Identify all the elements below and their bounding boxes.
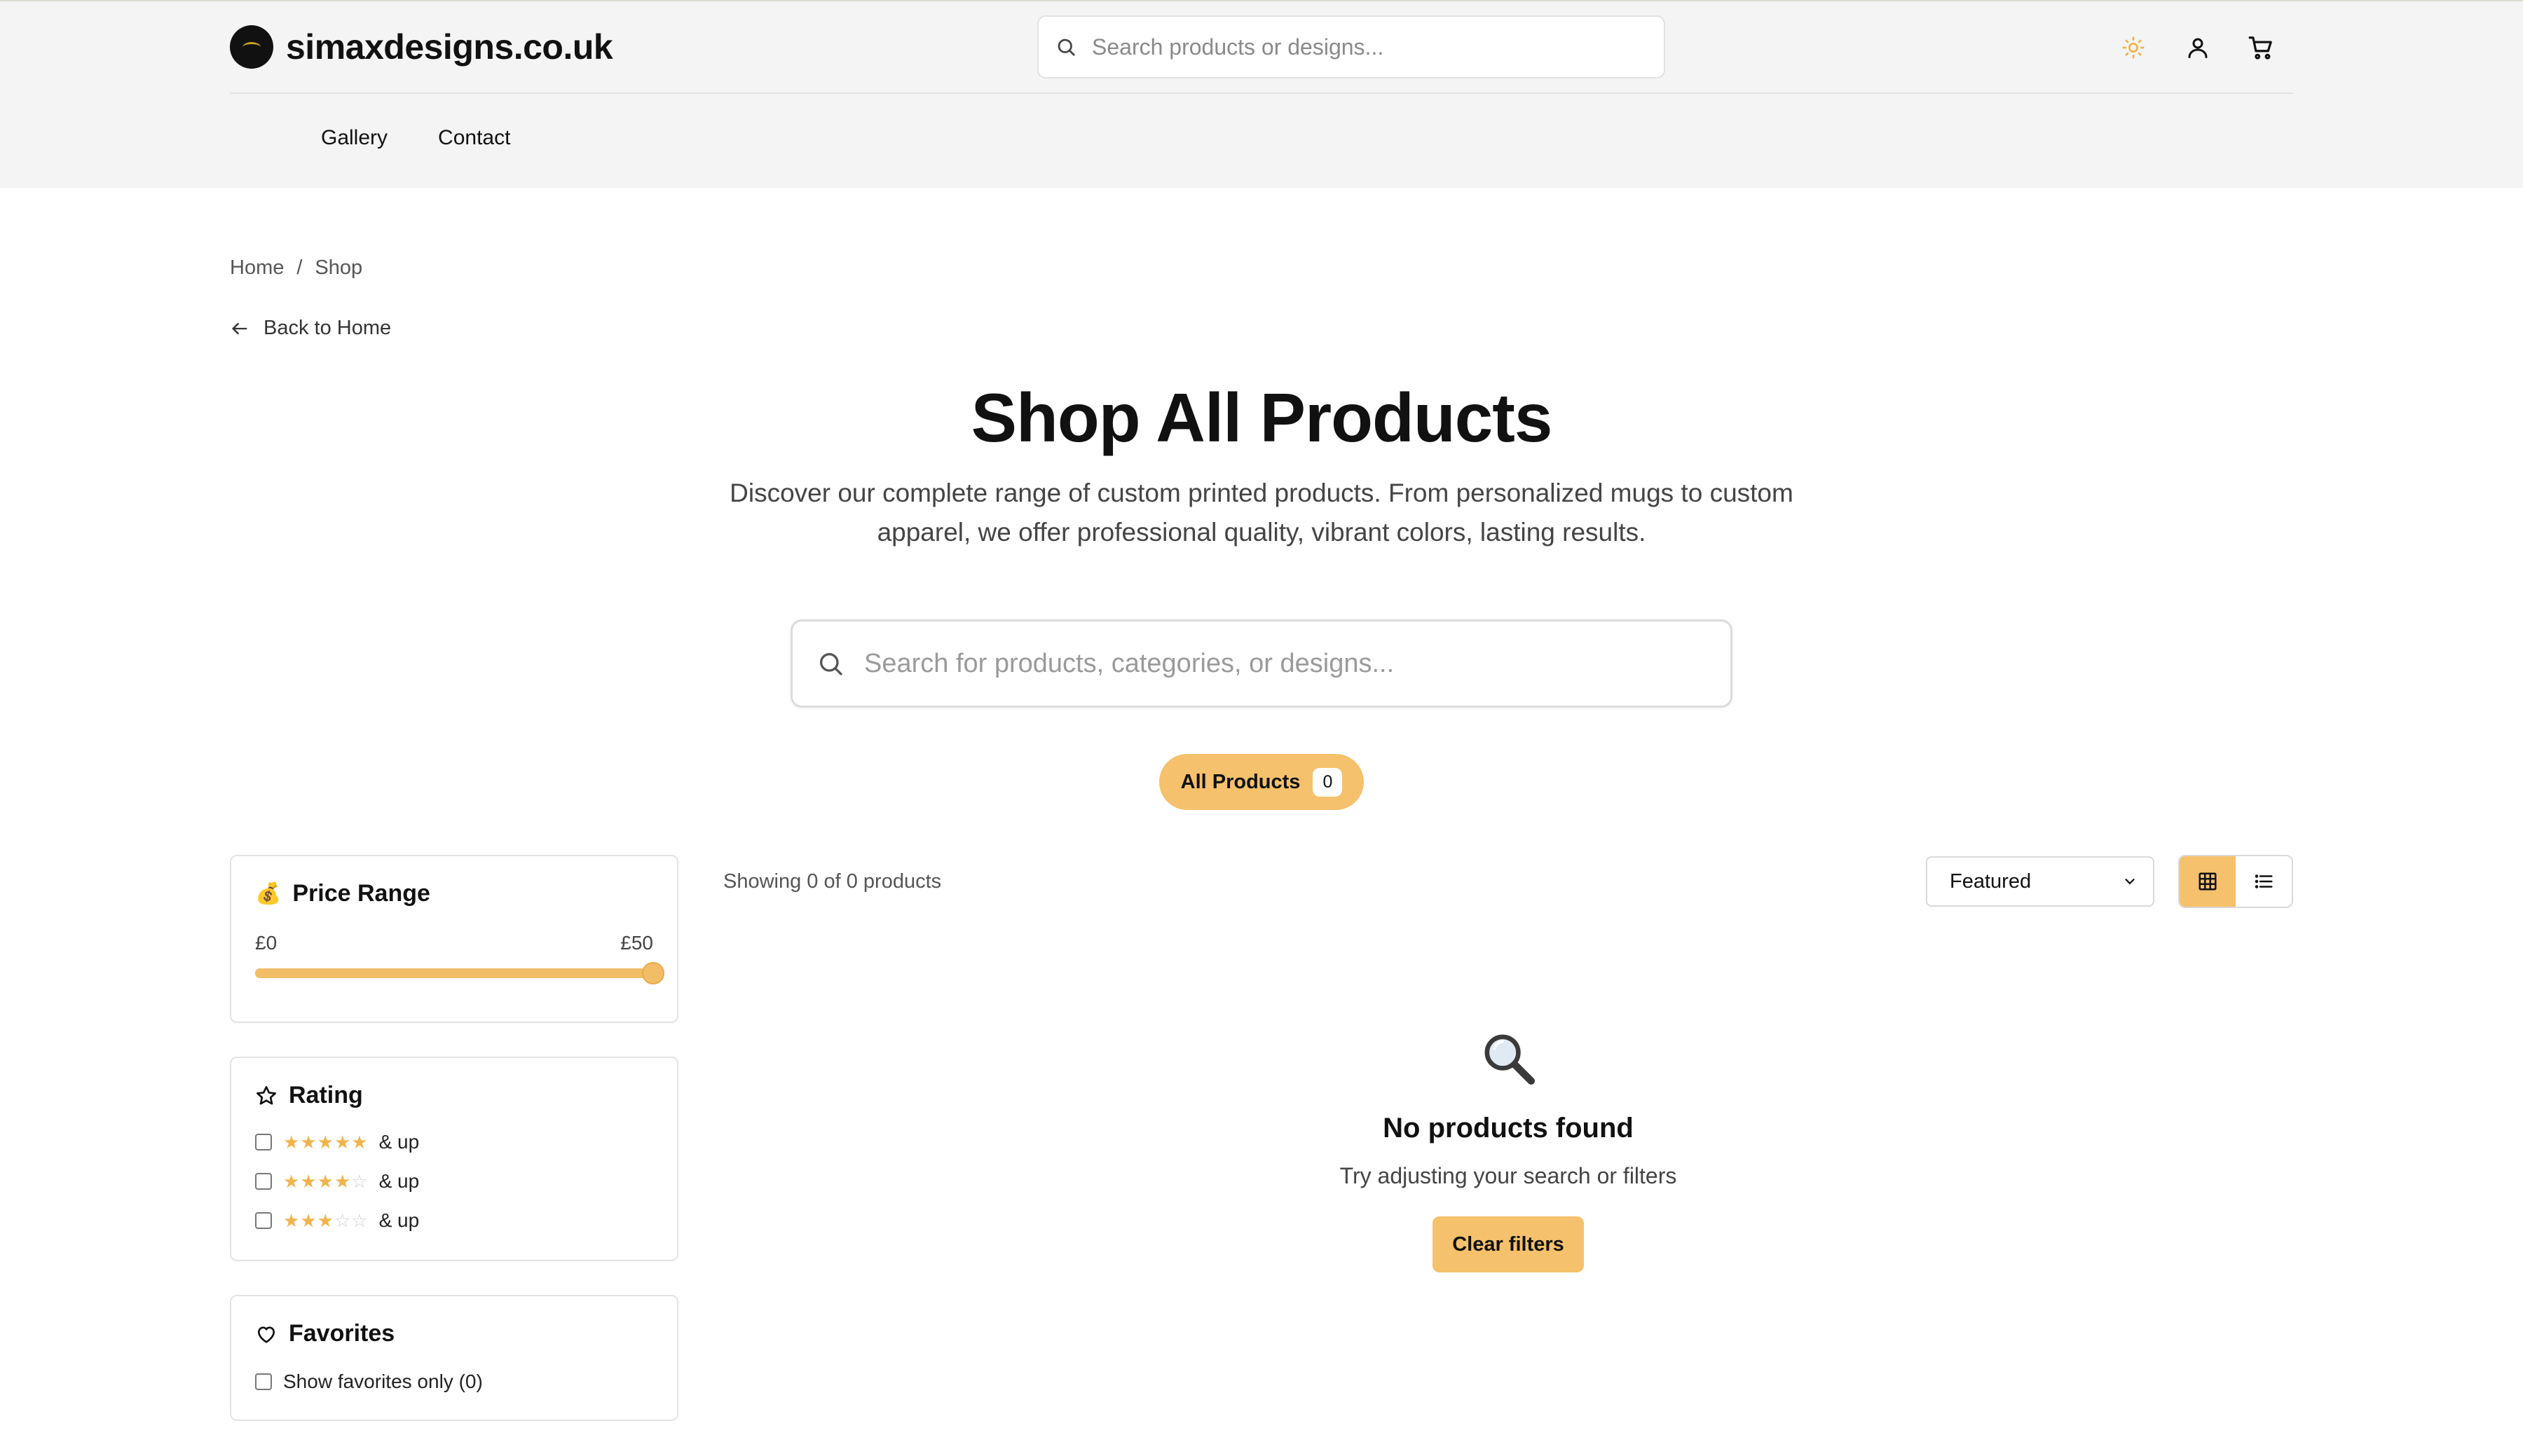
user-icon [2188, 38, 2208, 58]
favorites-title: Favorites [289, 1320, 395, 1347]
star-rating-5: ★ ★ ★ ★ ★ [283, 1132, 368, 1153]
main-nav: Gallery Contact [321, 126, 510, 150]
price-slider[interactable] [255, 962, 664, 984]
rating-option-3[interactable]: ★ ★ ★ ☆ ☆ & up [255, 1209, 419, 1232]
product-search [791, 619, 1732, 708]
star-filled-icon: ★ [334, 1131, 351, 1153]
star-empty-icon: ☆ [334, 1209, 351, 1231]
arrow-left-icon [232, 322, 247, 334]
star-filled-icon: ★ [300, 1209, 317, 1231]
price-max-label: £50 [620, 932, 653, 954]
sort-select[interactable]: Featured [1926, 856, 2154, 907]
star-filled-icon: ★ [317, 1170, 334, 1192]
breadcrumb: Home / Shop [230, 256, 362, 280]
breadcrumb-home[interactable]: Home [230, 256, 284, 280]
star-outline-icon [257, 1085, 276, 1105]
product-search-input[interactable] [864, 648, 1691, 679]
search-icon [820, 653, 842, 675]
search-icon [1058, 39, 1075, 56]
star-filled-icon: ★ [351, 1131, 368, 1153]
star-empty-icon: ☆ [351, 1209, 368, 1231]
star-rating-3: ★ ★ ★ ☆ ☆ [283, 1210, 368, 1232]
favorites-filter: Favorites Show favorites only (0) [230, 1295, 678, 1421]
account-button[interactable] [2177, 27, 2219, 69]
rating-heading: Rating [255, 1082, 363, 1109]
star-filled-icon: ★ [300, 1131, 317, 1153]
price-range-labels: £0 £50 [255, 932, 653, 954]
category-count-badge: 0 [1313, 767, 1343, 797]
price-range-filter: 💰 Price Range £0 £50 [230, 855, 678, 1023]
grid-icon [2199, 872, 2217, 891]
rating-option-label: & up [378, 1131, 420, 1153]
star-filled-icon: ★ [283, 1170, 300, 1192]
sort-selected-value: Featured [1950, 870, 2032, 893]
star-filled-icon: ★ [334, 1170, 351, 1192]
category-pill-all-products[interactable]: All Products 0 [1159, 754, 1364, 810]
heart-icon [258, 1326, 275, 1343]
rating-checkbox[interactable] [255, 1212, 272, 1229]
rating-filter: Rating ★ ★ ★ ★ ★ & up ★ ★ ★ ★ ☆ & up ★ ★ ★ ☆ ☆ & up [230, 1057, 678, 1261]
brand-name: simaxdesigns.co.uk [286, 27, 613, 67]
page-title: Shop All Products [971, 379, 1553, 456]
price-range-heading: 💰 Price Range [255, 880, 430, 907]
rating-checkbox[interactable] [255, 1173, 272, 1190]
list-icon [2255, 874, 2273, 888]
sun-icon [2122, 36, 2145, 59]
header-search-input[interactable] [1092, 34, 1625, 60]
cart-icon [2248, 36, 2272, 60]
money-bag-icon: 💰 [255, 882, 282, 905]
star-rating-4: ★ ★ ★ ★ ☆ [283, 1171, 368, 1193]
header-search [1037, 15, 1665, 78]
favorites-only-option[interactable]: Show favorites only (0) [255, 1371, 483, 1393]
price-slider-fill [255, 968, 653, 978]
page-subtitle: Discover our complete range of custom pr… [730, 479, 1793, 547]
breadcrumb-shop: Shop [315, 256, 363, 279]
price-min-label: £0 [255, 932, 278, 954]
back-to-home-link[interactable]: Back to Home [230, 317, 391, 340]
star-filled-icon: ★ [317, 1209, 334, 1231]
empty-state-title: No products found [1383, 1113, 1634, 1143]
brand-logo[interactable]: simaxdesigns.co.uk [230, 24, 613, 70]
rating-checkbox[interactable] [255, 1134, 272, 1151]
chevron-down-icon [2125, 879, 2135, 885]
rating-title: Rating [289, 1082, 363, 1108]
price-range-title: Price Range [292, 880, 430, 907]
clear-filters-button[interactable]: Clear filters [1433, 1216, 1584, 1272]
breadcrumb-separator: / [296, 256, 303, 279]
view-mode-toggle [2178, 855, 2293, 908]
site-header: simaxdesigns.co.uk Gallery Contact [0, 0, 2523, 188]
favorites-checkbox[interactable] [255, 1373, 272, 1390]
price-slider-handle[interactable] [642, 962, 664, 984]
cart-button[interactable] [2240, 27, 2282, 69]
rating-option-5[interactable]: ★ ★ ★ ★ ★ & up [255, 1131, 419, 1153]
empty-state-subtitle: Try adjusting your search or filters [1339, 1163, 1677, 1188]
results-count: Showing 0 of 0 products [723, 870, 942, 893]
magnifying-glass-icon [1484, 1034, 1536, 1085]
header-inner: simaxdesigns.co.uk Gallery Contact [230, 1, 2293, 189]
back-link-label: Back to Home [264, 317, 392, 339]
star-filled-icon: ★ [300, 1170, 317, 1192]
star-filled-icon: ★ [283, 1209, 300, 1231]
grid-view-button[interactable] [2180, 856, 2236, 907]
nav-item-contact[interactable]: Contact [438, 126, 510, 150]
list-view-button[interactable] [2236, 856, 2292, 907]
rating-option-label: & up [378, 1170, 420, 1192]
favorites-option-label: Show favorites only (0) [283, 1371, 483, 1392]
favorites-heading: Favorites [255, 1320, 395, 1347]
star-empty-icon: ☆ [351, 1170, 368, 1192]
rating-option-4[interactable]: ★ ★ ★ ★ ☆ & up [255, 1170, 419, 1193]
theme-toggle-button[interactable] [2112, 27, 2154, 69]
header-divider [230, 92, 2293, 94]
logo-mark-icon [230, 25, 273, 69]
star-filled-icon: ★ [283, 1131, 300, 1153]
star-filled-icon: ★ [317, 1131, 334, 1153]
category-label: All Products [1180, 770, 1301, 793]
rating-option-label: & up [378, 1209, 420, 1231]
nav-item-gallery[interactable]: Gallery [321, 126, 388, 150]
